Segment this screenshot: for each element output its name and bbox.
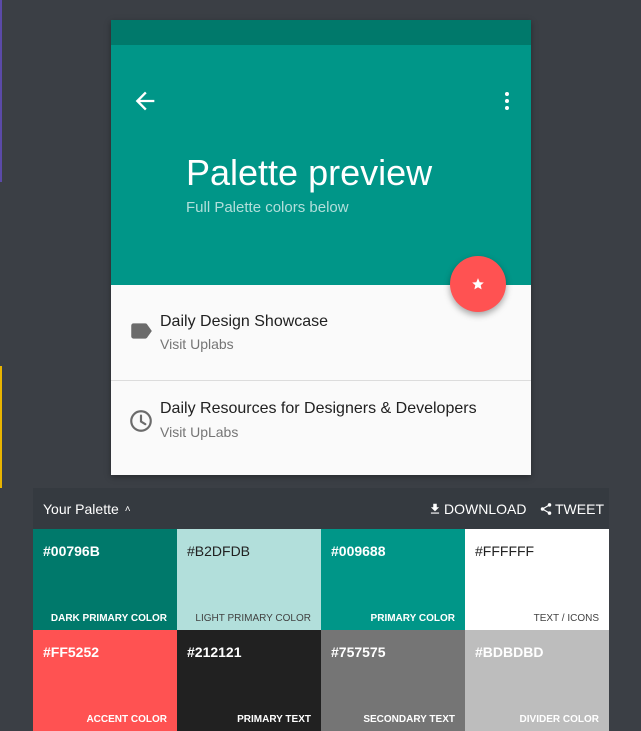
swatch-divider[interactable]: #BDBDBD DIVIDER COLOR — [465, 630, 609, 731]
palette-title: Your Palette — [43, 501, 119, 517]
swatch-label: ACCENT COLOR — [86, 714, 167, 725]
status-bar — [111, 20, 531, 45]
star-icon — [472, 278, 484, 290]
chevron-up-icon: ˄ — [124, 504, 131, 515]
download-icon — [430, 503, 440, 514]
more-options-button[interactable] — [497, 89, 517, 113]
clock-icon — [130, 410, 152, 432]
swatch-hex: #009688 — [331, 543, 386, 559]
swatch-hex: #BDBDBD — [475, 644, 544, 660]
swatch-secondary-text[interactable]: #757575 SECONDARY TEXT — [321, 630, 465, 731]
swatch-hex: #FF5252 — [43, 644, 100, 660]
label-icon — [131, 323, 152, 339]
swatch-label: DARK PRIMARY COLOR — [50, 613, 167, 624]
swatch-label: PRIMARY TEXT — [237, 714, 311, 725]
swatch-text-icons[interactable]: #FFFFFF TEXT / ICONS — [465, 529, 609, 630]
list-item-secondary-text: Visit UpLabs — [160, 424, 239, 440]
app-bar: Palette preview Full Palette colors belo… — [111, 45, 531, 285]
back-button[interactable] — [131, 87, 159, 115]
swatch-hex: #00796B — [43, 543, 100, 559]
list-item-design-showcase[interactable]: Daily Design Showcase Visit Uplabs — [111, 291, 531, 377]
swatch-label: DIVIDER COLOR — [519, 714, 599, 725]
swatch-hex: #B2DFDB — [187, 543, 251, 559]
more-vert-icon — [505, 92, 509, 110]
list-item-daily-resources[interactable]: Daily Resources for Designers & Develope… — [111, 380, 531, 467]
left-edge-accent — [0, 0, 2, 182]
swatch-label: LIGHT PRIMARY COLOR — [195, 613, 311, 624]
swatch-accent[interactable]: #FF5252 ACCENT COLOR — [33, 630, 177, 731]
swatch-dark-primary[interactable]: #00796B DARK PRIMARY COLOR — [33, 529, 177, 630]
palette-preview-card: Palette preview Full Palette colors belo… — [111, 20, 531, 475]
tweet-button[interactable]: TWEET — [539, 501, 604, 517]
swatch-primary[interactable]: #009688 PRIMARY COLOR — [321, 529, 465, 630]
swatch-grid: #00796B DARK PRIMARY COLOR #B2DFDB LIGHT… — [33, 529, 609, 731]
page-subtitle: Full Palette colors below — [186, 199, 349, 216]
swatch-hex: #212121 — [187, 644, 242, 660]
swatch-label: PRIMARY COLOR — [370, 613, 455, 624]
list-item-primary-text: Daily Design Showcase — [160, 313, 329, 330]
list-item-primary-text: Daily Resources for Designers & Develope… — [160, 400, 477, 417]
swatch-light-primary[interactable]: #B2DFDB LIGHT PRIMARY COLOR — [177, 529, 321, 630]
page-title: Palette preview — [186, 152, 433, 193]
palette-header: Your Palette ˄ DOWNLOAD TWEET — [33, 488, 609, 529]
tweet-label: TWEET — [555, 501, 604, 517]
list-item-secondary-text: Visit Uplabs — [160, 336, 234, 352]
download-label: DOWNLOAD — [444, 501, 527, 517]
swatch-hex: #757575 — [331, 644, 386, 660]
swatch-label: TEXT / ICONS — [533, 613, 599, 624]
swatch-hex: #FFFFFF — [475, 543, 535, 559]
palette-toggle[interactable]: Your Palette ˄ — [43, 501, 131, 517]
arrow-back-icon — [135, 91, 155, 111]
left-edge-highlight — [0, 366, 2, 488]
download-button[interactable]: DOWNLOAD — [428, 501, 526, 517]
share-icon — [540, 503, 552, 515]
swatch-primary-text[interactable]: #212121 PRIMARY TEXT — [177, 630, 321, 731]
palette-panel: Your Palette ˄ DOWNLOAD TWEET #00796B DAR… — [33, 488, 609, 731]
swatch-label: SECONDARY TEXT — [363, 714, 455, 725]
